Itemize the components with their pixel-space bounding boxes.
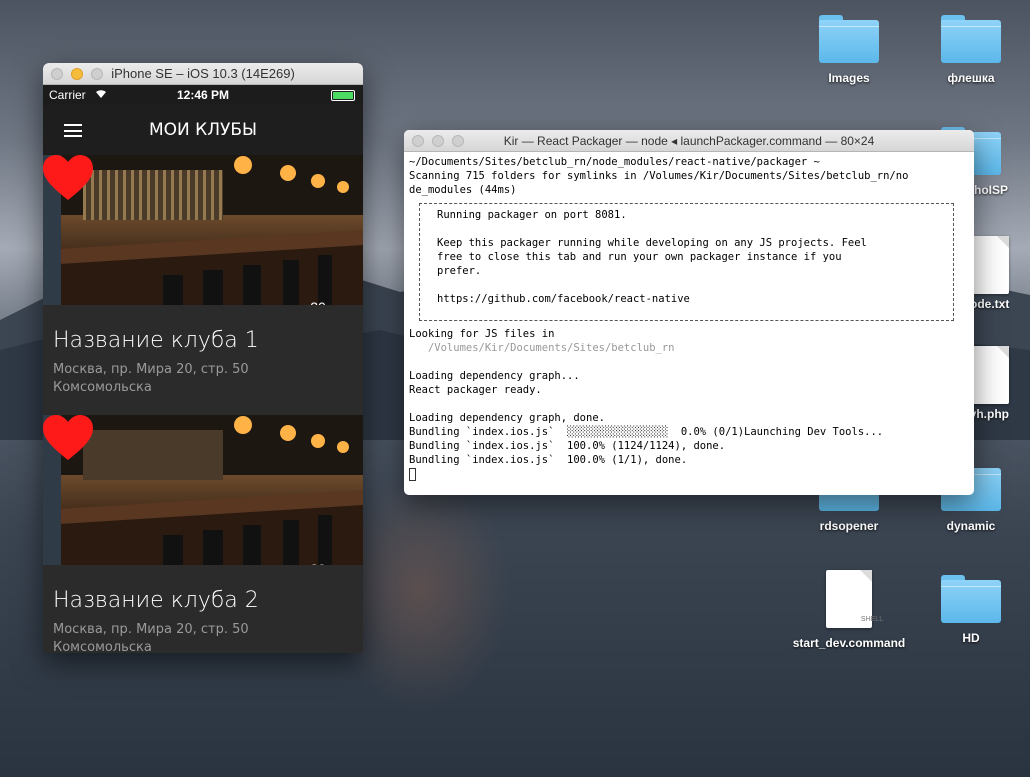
packager-info-box: Running packager on port 8081. Keep this… <box>419 203 954 321</box>
terminal-line: ~/Documents/Sites/betclub_rn/node_module… <box>409 156 820 168</box>
simulator-window[interactable]: iPhone SE – iOS 10.3 (14E269) Carrier 12… <box>43 63 363 653</box>
terminal-window[interactable]: Kir — React Packager — node ◂ launchPack… <box>404 130 974 495</box>
club-photo: 20 <box>43 415 363 565</box>
terminal-output[interactable]: ~/Documents/Sites/betclub_rn/node_module… <box>404 152 974 484</box>
terminal-line: Bundling `index.ios.js` 100.0% (1124/112… <box>409 440 726 452</box>
desktop-item-label: start_dev.command <box>792 636 906 650</box>
minimize-button[interactable] <box>432 135 444 147</box>
menu-icon[interactable] <box>64 124 82 137</box>
window-controls <box>412 135 464 147</box>
zoom-button[interactable] <box>452 135 464 147</box>
club-metro: Комсомольска <box>53 380 152 395</box>
desktop-drive-hd[interactable]: HD <box>911 575 1030 646</box>
minimize-button[interactable] <box>71 68 83 80</box>
terminal-line: Running packager on port 8081. <box>437 209 627 221</box>
terminal-cursor[interactable] <box>409 467 416 481</box>
terminal-line: /Volumes/Kir/Documents/Sites/betclub_rn <box>409 342 675 354</box>
desktop-folder-images[interactable]: Images <box>789 15 909 86</box>
zoom-button[interactable] <box>91 68 103 80</box>
simulator-title: iPhone SE – iOS 10.3 (14E269) <box>111 66 295 81</box>
folder-icon <box>941 15 1001 63</box>
club-info: Название клуба 1 Москва, пр. Мира 20, ст… <box>43 305 363 415</box>
desktop-item-label: rdsopener <box>819 519 879 533</box>
club-photo: 20 <box>43 155 363 305</box>
ios-status-bar: Carrier 12:46 PM <box>43 85 363 105</box>
club-address: Москва, пр. Мира 20, стр. 50 <box>53 622 249 637</box>
terminal-line: Keep this packager running while develop… <box>437 237 867 249</box>
club-card[interactable]: 20 Название клуба 2 Москва, пр. Мира 20,… <box>43 415 363 653</box>
terminal-line: Bundling `index.ios.js` ░░░░░░░░░░░░░░░░… <box>409 426 884 438</box>
club-name: Название клуба 1 <box>53 328 259 353</box>
terminal-line: Bundling `index.ios.js` 100.0% (1/1), do… <box>409 454 688 466</box>
likes-count: 20 <box>293 561 343 565</box>
desktop-folder-fleshka[interactable]: флешка <box>911 15 1030 86</box>
terminal-line: Looking for JS files in <box>409 328 555 340</box>
club-metro: Комсомольска <box>53 640 152 653</box>
folder-icon <box>941 575 1001 623</box>
terminal-titlebar[interactable]: Kir — React Packager — node ◂ launchPack… <box>404 130 974 152</box>
folder-icon <box>819 15 879 63</box>
shell-script-icon: SHELL <box>826 570 883 628</box>
heart-icon[interactable] <box>43 415 93 461</box>
desktop-item-label: dynamic <box>946 519 996 533</box>
club-info: Название клуба 2 Москва, пр. Мира 20, ст… <box>43 565 363 653</box>
club-address: Москва, пр. Мира 20, стр. 50 <box>53 362 249 377</box>
terminal-line: prefer. <box>437 265 482 277</box>
desktop-file-start-dev-command[interactable]: SHELL start_dev.command <box>789 570 909 651</box>
terminal-line: Loading dependency graph, done. <box>409 412 605 424</box>
terminal-line: Scanning 715 folders for symlinks in /Vo… <box>409 170 909 182</box>
desktop-item-label: флешка <box>947 71 995 85</box>
close-button[interactable] <box>412 135 424 147</box>
terminal-line: free to close this tab and run your own … <box>437 251 842 263</box>
window-controls <box>51 68 103 80</box>
likes-count: 20 <box>293 299 343 305</box>
simulator-titlebar[interactable]: iPhone SE – iOS 10.3 (14E269) <box>43 63 363 85</box>
desktop-item-label: HD <box>962 631 980 645</box>
terminal-line: Loading dependency graph... <box>409 370 580 382</box>
terminal-line: https://github.com/facebook/react-native <box>437 293 690 305</box>
terminal-line: de_modules (44ms) <box>409 184 517 196</box>
close-button[interactable] <box>51 68 63 80</box>
shell-tag: SHELL <box>860 616 884 623</box>
page-title: МОИ КЛУБЫ <box>148 120 258 140</box>
app-navbar: МОИ КЛУБЫ <box>43 105 363 155</box>
club-card[interactable]: 20 Название клуба 1 Москва, пр. Мира 20,… <box>43 155 363 415</box>
terminal-title: Kir — React Packager — node ◂ launchPack… <box>503 134 875 148</box>
status-time: 12:46 PM <box>176 88 230 102</box>
desktop-item-label: Images <box>828 71 870 85</box>
terminal-line: React packager ready. <box>409 384 542 396</box>
battery-icon <box>331 90 355 101</box>
heart-icon[interactable] <box>43 155 93 201</box>
club-name: Название клуба 2 <box>53 588 259 613</box>
